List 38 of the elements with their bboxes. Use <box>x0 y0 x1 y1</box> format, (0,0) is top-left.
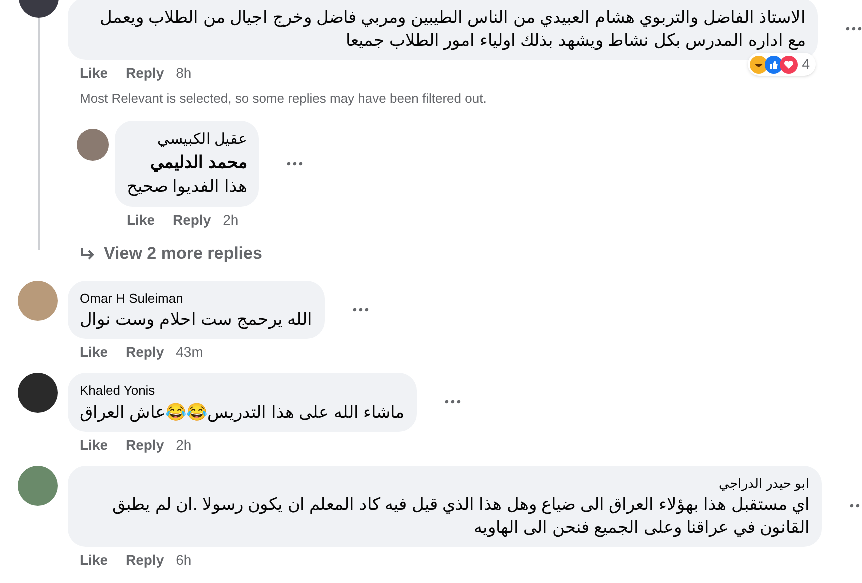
timestamp[interactable]: 2h <box>223 210 239 231</box>
reply-arrow-icon <box>80 246 96 261</box>
like-link[interactable]: Like <box>80 342 108 363</box>
like-link[interactable]: Like <box>127 210 156 231</box>
author-name[interactable]: ابو حيدر الدراجي <box>80 474 810 493</box>
author-name[interactable]: عقيل الكبيسي <box>127 128 248 151</box>
like-link[interactable]: Like <box>80 434 108 456</box>
more-options-icon[interactable] <box>846 27 862 31</box>
laughing-emoji-icon <box>750 56 768 74</box>
author-name[interactable]: Khaled Yonis <box>80 381 405 400</box>
timestamp[interactable]: 2h <box>176 434 192 456</box>
reactions-summary[interactable]: 4 <box>748 53 816 76</box>
reply-link[interactable]: Reply <box>126 63 164 84</box>
timestamp[interactable]: 8h <box>176 63 192 84</box>
like-link[interactable]: Like <box>80 550 108 571</box>
timestamp[interactable]: 6h <box>176 550 192 571</box>
view-more-replies-link[interactable]: View 2 more replies <box>80 241 262 266</box>
author-name[interactable]: Omar H Suleiman <box>80 288 313 308</box>
reaction-count: 4 <box>801 55 811 74</box>
reply-link[interactable]: Reply <box>126 550 164 571</box>
thumbs-up-icon <box>765 56 784 74</box>
more-options-icon[interactable] <box>352 308 369 312</box>
comment-text: اي مستقبل هذا بهؤلاء العراق الى ضياع وهل هذا الذي قيل فيه كاد المعلم ان يكون رسولا .ان لم يطبق القانون في عراقنا وعلى الجميع فنحن الى الهاويه <box>112 494 810 539</box>
filter-notice: Most Relevant is selected, so some replies may have been filtered out. <box>79 90 488 108</box>
comment-text: هذا الفديوا صحيح <box>127 176 248 198</box>
avatar[interactable] <box>18 373 58 413</box>
comment-text: الله يرحمج ست احلام وست نوال <box>80 309 313 331</box>
reply-link[interactable]: Reply <box>173 210 212 231</box>
reply-link[interactable]: Reply <box>126 342 164 363</box>
more-options-icon[interactable] <box>287 162 304 166</box>
comment-text: ماشاء الله على هذا التدريس😂😂عاش العراق <box>80 402 405 424</box>
more-options-icon[interactable] <box>850 504 862 508</box>
more-options-icon[interactable] <box>444 400 461 404</box>
timestamp[interactable]: 43m <box>176 342 204 363</box>
comment-text: الاستاذ الفاضل والتربوي هشام العبيدي من الناس الطيبين ومربي فاضل وخرج اجيال من الطلاب ويعمل مع اداره المدرس بكل نشاط ويشهد بذلك اولياء امور الطلاب جميعا <box>98 7 806 52</box>
reply-link[interactable]: Reply <box>126 434 164 456</box>
mentioned-name[interactable]: محمد الدليمي <box>127 151 248 175</box>
like-link[interactable]: Like <box>80 63 108 84</box>
